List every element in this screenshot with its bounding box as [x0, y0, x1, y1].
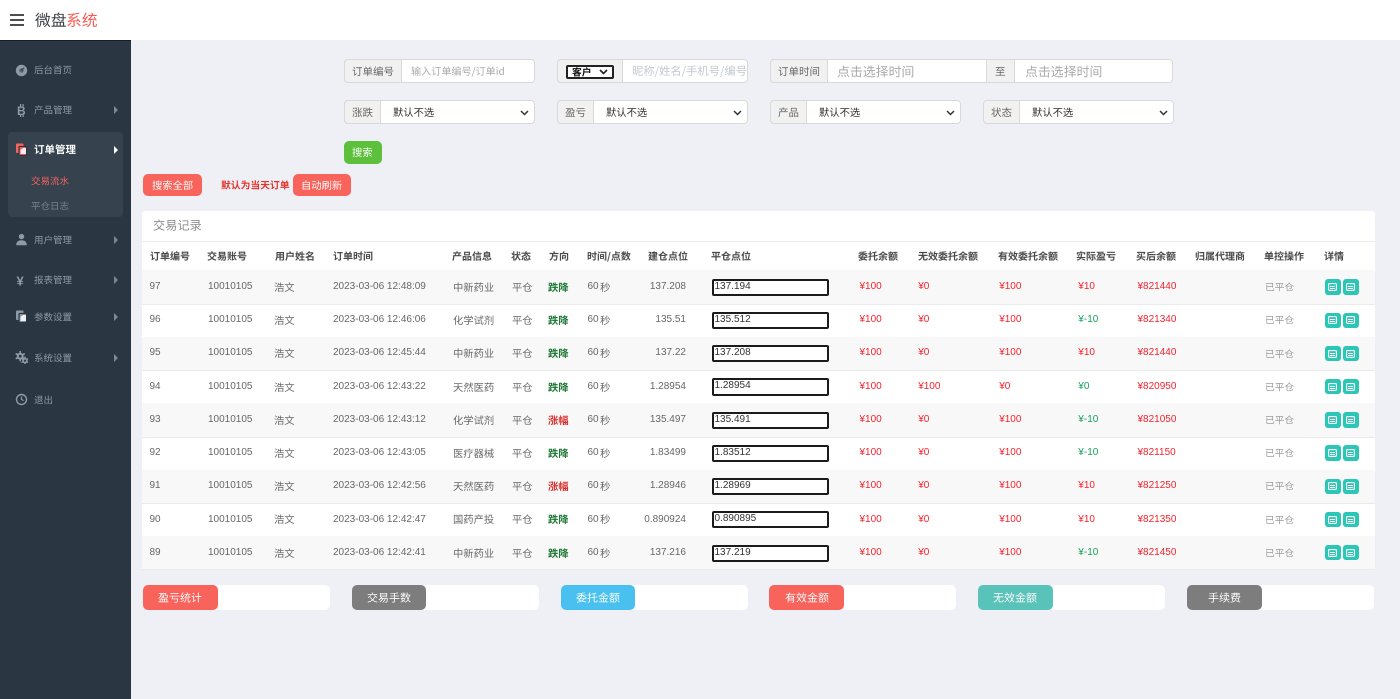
svg-text:B: B [17, 104, 26, 117]
svg-text:¥: ¥ [17, 274, 25, 287]
